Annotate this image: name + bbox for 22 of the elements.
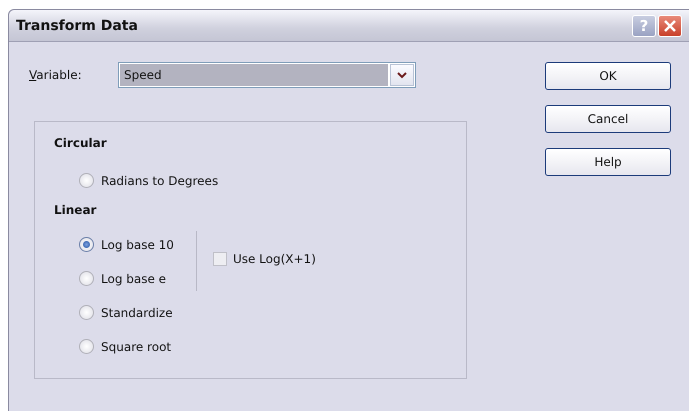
checkbox[interactable] (212, 252, 227, 266)
variable-dropdown[interactable]: Speed (118, 62, 416, 88)
radio-label: Standardize (101, 306, 173, 320)
radio-button[interactable] (79, 339, 94, 354)
radio-button[interactable] (79, 305, 94, 320)
radio-label: Log base 10 (101, 238, 174, 252)
group-heading: Linear (54, 203, 98, 219)
dialog-button[interactable]: Help (545, 148, 671, 176)
close-button[interactable] (658, 14, 682, 36)
variable-label: Variable: (29, 68, 83, 82)
radio-button[interactable] (79, 173, 94, 188)
radio-button[interactable] (79, 237, 94, 252)
checkbox-label: Use Log(X+1) (232, 252, 316, 266)
radio-label: Square root (101, 340, 172, 354)
radio-button[interactable] (79, 271, 94, 286)
dialog-button[interactable]: Cancel (545, 105, 671, 133)
window-title: Transform Data (16, 18, 138, 34)
radio-label: Radians to Degrees (101, 174, 218, 188)
group-heading: Circular (54, 136, 108, 152)
radio-label: Log base e (101, 272, 166, 286)
close-icon (663, 18, 677, 32)
dialog-button[interactable]: OK (545, 62, 671, 90)
